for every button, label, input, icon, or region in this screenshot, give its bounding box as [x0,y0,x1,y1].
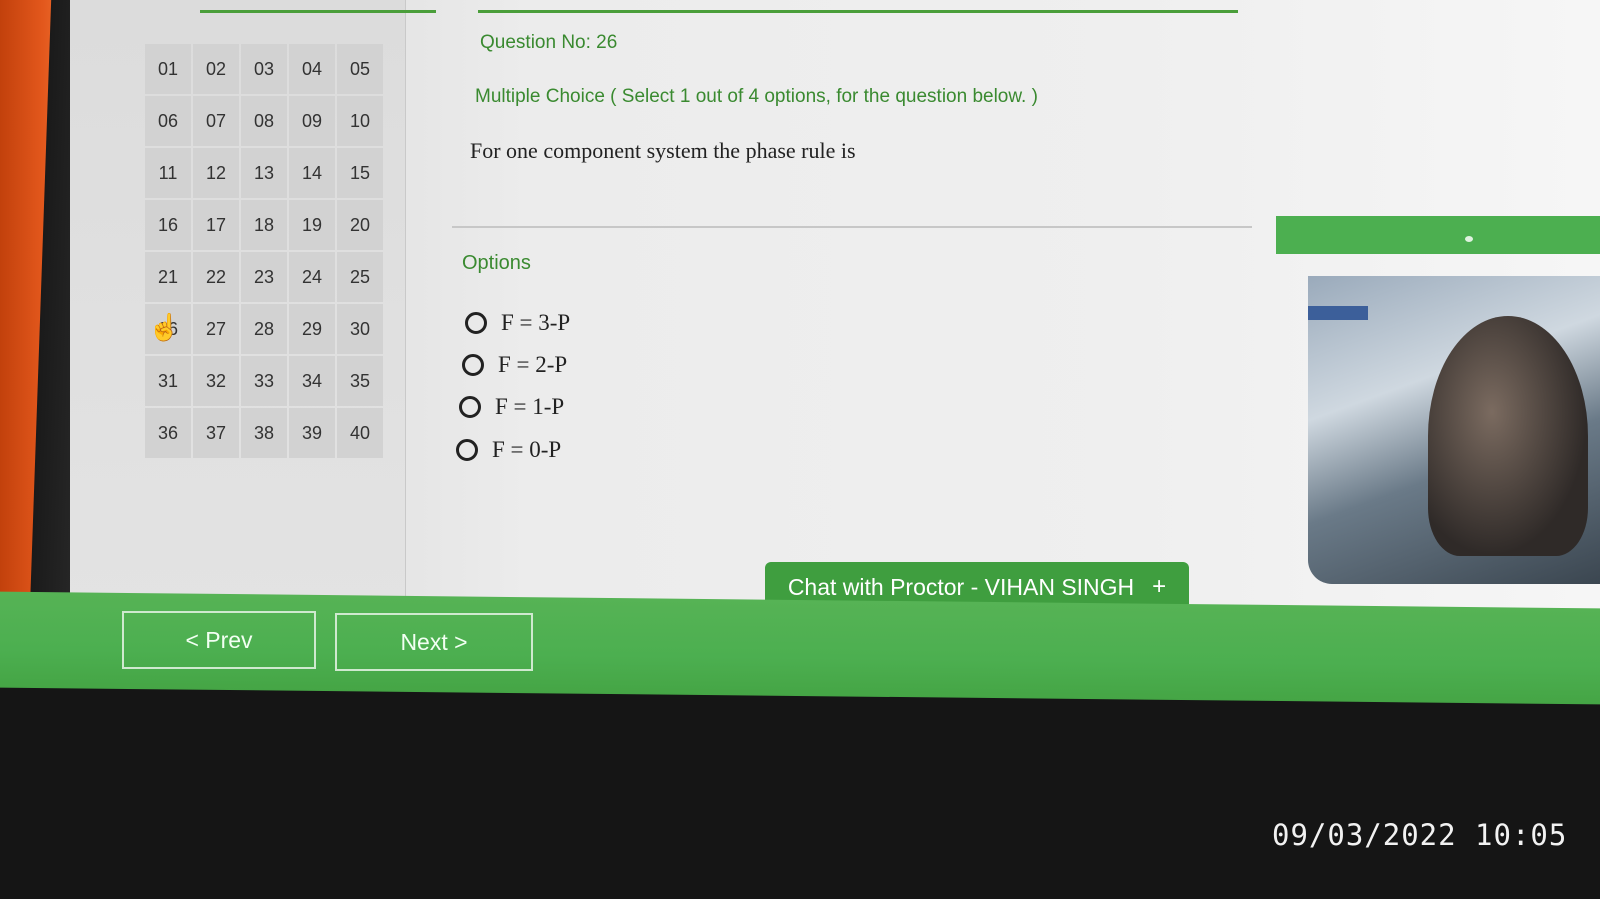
hand-cursor-icon: ☝ [148,312,181,342]
question-number-button[interactable]: 07 [193,96,239,146]
question-number-button[interactable]: 23 [241,252,287,302]
question-number-button[interactable]: 22 [193,252,239,302]
question-number-button[interactable]: 10 [337,96,383,146]
question-number-button[interactable]: 24 [289,252,335,302]
question-type: Multiple Choice ( Select 1 out of 4 opti… [475,86,1038,107]
question-number-button[interactable]: 34 [289,356,335,406]
question-number-button[interactable]: 15 [337,148,383,198]
question-number-button[interactable]: 36 [145,408,191,458]
question-number: Question No: 26 [480,32,618,53]
question-number-button[interactable]: 37 [193,408,239,458]
question-number-button[interactable]: 18 [241,200,287,250]
question-number-button[interactable]: 06 [145,96,191,146]
webcam-background-detail [1308,306,1368,320]
option-label: F = 3-P [501,310,571,335]
question-number-button[interactable]: 09 [289,96,335,146]
question-number-button[interactable]: 01 [145,44,191,94]
next-button[interactable]: Next > [335,613,533,671]
option-4[interactable]: F = 0-P [456,437,561,463]
question-number-button[interactable]: 12 [193,148,239,198]
question-number-button[interactable]: 20 [337,200,383,250]
exam-screen: 01 02 03 04 05 06 07 08 09 10 11 12 13 14 15 16 17 18 19 20… [70,0,1600,612]
webcam-person [1428,316,1588,556]
navigator-top-line [200,10,436,13]
question-text: For one component system the phase rule … [470,138,856,163]
question-number-button[interactable]: 13 [241,148,287,198]
question-number-button[interactable]: 38 [241,408,287,458]
question-number-button[interactable]: 27 [193,304,239,354]
question-number-button[interactable]: 14 [289,148,335,198]
question-number-button[interactable]: 29 [289,304,335,354]
question-number-button[interactable]: 40 [337,408,383,458]
question-number-button[interactable]: 33 [241,356,287,406]
plus-icon[interactable]: + [1152,573,1166,601]
question-number-button[interactable]: 35 [337,356,383,406]
question-number-button[interactable]: 21 [145,252,191,302]
question-number-button[interactable]: 11 [145,148,191,198]
question-number-button[interactable]: 16 [145,200,191,250]
question-number-button[interactable]: 28 [241,304,287,354]
radio-button[interactable] [459,396,481,418]
chat-label: Chat with Proctor - VIHAN SINGH [787,573,1135,600]
option-1[interactable]: F = 3-P [465,310,570,336]
webcam-header [1276,216,1600,254]
question-number-button[interactable]: 32 [193,356,239,406]
question-number-button[interactable]: 05 [337,44,383,94]
option-label: F = 2-P [498,352,568,377]
option-label: F = 0-P [492,437,562,462]
question-number-button[interactable]: 17 [193,200,239,250]
question-number-grid: 01 02 03 04 05 06 07 08 09 10 11 12 13 14 15 16 17 18 19 20… [145,44,445,458]
prev-button[interactable]: < Prev [122,611,316,669]
question-number-button[interactable]: 19 [289,200,335,250]
question-number-button[interactable]: 03 [241,44,287,94]
option-3[interactable]: F = 1-P [459,394,564,420]
question-top-line [478,10,1238,13]
question-number-button[interactable]: 30 [337,304,383,354]
question-number-button[interactable]: 08 [241,96,287,146]
photo-timestamp: 09/03/2022 10:05 [1272,818,1568,852]
options-heading: Options [462,252,531,274]
question-divider [452,226,1252,228]
question-number-button[interactable]: 39 [289,408,335,458]
webcam-indicator [1465,236,1473,242]
option-2[interactable]: F = 2-P [462,352,567,378]
option-label: F = 1-P [495,394,565,419]
webcam-feed [1308,276,1600,584]
radio-button[interactable] [456,439,478,461]
radio-button[interactable] [465,312,487,334]
question-number-button[interactable]: 25 [337,252,383,302]
question-number-button[interactable]: 04 [289,44,335,94]
question-number-button[interactable]: 02 [193,44,239,94]
question-number-button[interactable]: 31 [145,356,191,406]
radio-button[interactable] [462,354,484,376]
